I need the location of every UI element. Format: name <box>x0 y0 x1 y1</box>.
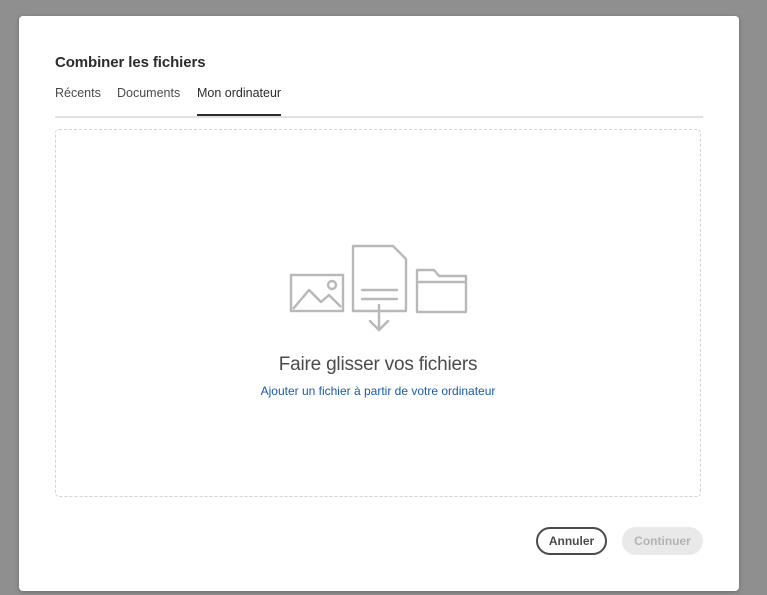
tab-mon-ordinateur[interactable]: Mon ordinateur <box>197 86 282 116</box>
tab-recents[interactable]: Récents <box>55 86 101 114</box>
combine-files-dialog: Combiner les fichiers Récents Documents … <box>19 16 739 591</box>
document-download-icon <box>351 244 408 332</box>
tab-documents[interactable]: Documents <box>117 86 180 114</box>
add-file-from-computer-link[interactable]: Ajouter un fichier à partir de votre ord… <box>56 384 700 398</box>
dialog-title: Combiner les fichiers <box>55 54 206 71</box>
drop-illustration <box>289 244 468 332</box>
continue-button[interactable]: Continuer <box>622 527 703 555</box>
folder-icon <box>415 268 468 314</box>
file-drop-zone[interactable]: Faire glisser vos fichiers Ajouter un fi… <box>55 129 701 497</box>
drop-heading: Faire glisser vos fichiers <box>278 354 478 375</box>
image-icon <box>289 273 345 313</box>
tab-bar: Récents Documents Mon ordinateur <box>55 86 703 118</box>
cancel-button[interactable]: Annuler <box>536 527 607 555</box>
